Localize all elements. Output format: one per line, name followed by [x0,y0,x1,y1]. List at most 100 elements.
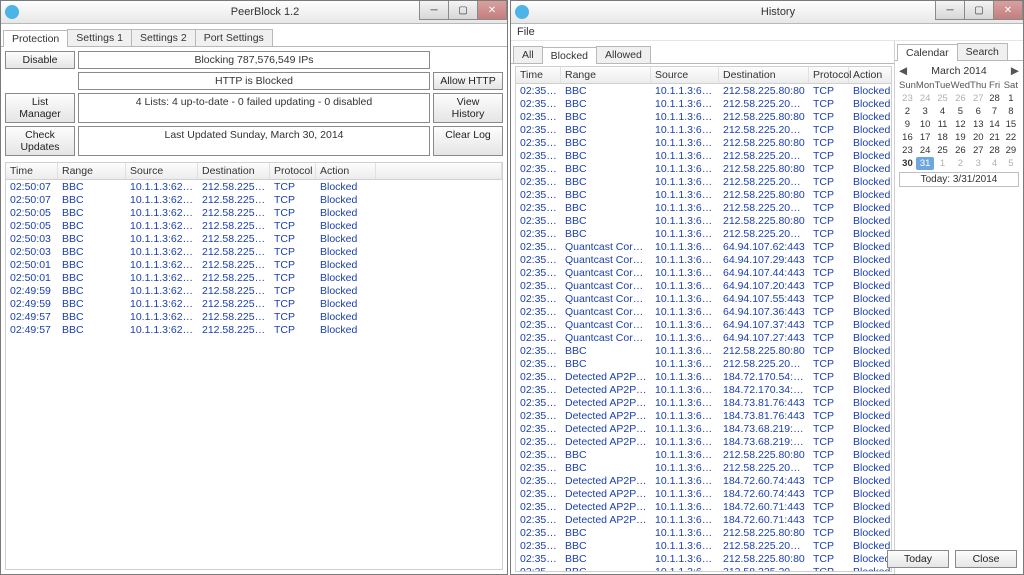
calendar-day[interactable]: 2 [951,157,970,170]
calendar-day[interactable]: 26 [951,92,970,105]
column-header[interactable]: Action [316,163,376,179]
calendar-day[interactable]: 1 [934,157,950,170]
tab-search[interactable]: Search [957,43,1008,60]
table-row[interactable]: 02:35:31Detected AP2P on A...10.1.1.3:61… [516,422,891,435]
log-table-header[interactable]: TimeRangeSourceDestinationProtocolAction [6,163,502,180]
view-history-button[interactable]: View History [433,93,503,123]
column-header[interactable]: Source [126,163,198,179]
table-row[interactable]: 02:50:07BBC10.1.1.3:62777212.58.225.80:8… [6,193,502,206]
table-row[interactable]: 02:35:33Quantcast Corporati...10.1.1.3:6… [516,253,891,266]
column-header[interactable]: Action [849,67,892,83]
tab-port-settings[interactable]: Port Settings [195,29,273,46]
column-header[interactable]: Range [58,163,126,179]
calendar-day[interactable]: 10 [916,118,934,131]
titlebar[interactable]: History ─ ▢ ✕ [511,1,1023,24]
menu-bar[interactable]: File [511,24,1023,41]
table-row[interactable]: 02:35:41BBC10.1.1.3:61880212.58.225.80:8… [516,136,891,149]
table-row[interactable]: 02:35:45BBC10.1.1.3:61884212.58.225.80:8… [516,84,891,97]
calendar-day[interactable]: 24 [916,92,934,105]
tab-settings-1[interactable]: Settings 1 [67,29,132,46]
calendar-day[interactable]: 30 [899,157,916,170]
table-row[interactable]: 02:49:57BBC10.1.1.3:62767212.58.225.80:8… [6,310,502,323]
calendar-day[interactable]: 27 [970,92,986,105]
table-row[interactable]: 02:35:30Detected AP2P on A...10.1.1.3:61… [516,500,891,513]
table-row[interactable]: 02:35:31Detected AP2P on A...10.1.1.3:61… [516,396,891,409]
maximize-button[interactable]: ▢ [448,1,478,20]
table-row[interactable]: 02:35:30Detected AP2P on A...10.1.1.3:61… [516,487,891,500]
next-month-icon[interactable]: ▶ [1011,65,1019,77]
prev-month-icon[interactable]: ◀ [899,65,907,77]
close-button[interactable]: Close [955,550,1017,568]
titlebar[interactable]: PeerBlock 1.2 ─ ▢ ✕ [1,1,507,24]
table-row[interactable]: 02:35:31Detected AP2P on A...10.1.1.3:61… [516,383,891,396]
calendar-day[interactable]: 4 [986,157,1002,170]
calendar-day[interactable]: 17 [916,131,934,144]
calendar-day[interactable]: 5 [1003,157,1019,170]
calendar-day[interactable]: 11 [934,118,950,131]
calendar-day[interactable]: 6 [970,105,986,118]
table-row[interactable]: 02:35:39BBC10.1.1.3:61877212.58.225.200:… [516,175,891,188]
calendar-day[interactable]: 22 [1003,131,1019,144]
tab-allowed[interactable]: Allowed [596,46,651,63]
table-row[interactable]: 02:50:05BBC10.1.1.3:62775212.58.225.200:… [6,219,502,232]
column-header[interactable]: Time [516,67,561,83]
calendar-day[interactable]: 31 [916,157,934,170]
minimize-button[interactable]: ─ [935,1,965,20]
table-row[interactable]: 02:35:33Quantcast Corporati...10.1.1.3:6… [516,318,891,331]
table-row[interactable]: 02:35:39BBC10.1.1.3:61878212.58.225.80:8… [516,162,891,175]
calendar-day[interactable]: 26 [951,144,970,157]
calendar-day[interactable]: 3 [970,157,986,170]
today-link[interactable]: Today: 3/31/2014 [899,172,1019,187]
table-row[interactable]: 02:50:03BBC10.1.1.3:62773212.58.225.200:… [6,245,502,258]
calendar-day[interactable]: 24 [916,144,934,157]
check-updates-button[interactable]: Check Updates [5,126,75,156]
table-row[interactable]: 02:50:01BBC10.1.1.3:62772212.58.225.80:8… [6,258,502,271]
column-header[interactable]: Destination [719,67,809,83]
calendar-day[interactable]: 25 [934,92,950,105]
tab-protection[interactable]: Protection [3,30,68,47]
log-table-body[interactable]: 02:50:07BBC10.1.1.3:62778212.58.225.80:8… [6,180,502,569]
table-row[interactable]: 02:35:35BBC10.1.1.3:61874212.58.225.80:8… [516,214,891,227]
column-header[interactable] [376,163,502,179]
history-table-body[interactable]: 02:35:45BBC10.1.1.3:61884212.58.225.80:8… [516,84,891,571]
table-row[interactable]: 02:35:37BBC10.1.1.3:61876212.58.225.80:8… [516,188,891,201]
table-row[interactable]: 02:35:29BBC10.1.1.3:61815212.58.225.200:… [516,539,891,552]
table-row[interactable]: 02:35:31Detected AP2P on A...10.1.1.3:61… [516,435,891,448]
calendar-day[interactable]: 28 [986,144,1002,157]
table-row[interactable]: 02:35:33BBC10.1.1.3:61858212.58.225.200:… [516,357,891,370]
column-header[interactable]: Time [6,163,58,179]
table-row[interactable]: 02:35:31Detected AP2P on A...10.1.1.3:61… [516,409,891,422]
minimize-button[interactable]: ─ [419,1,449,20]
table-row[interactable]: 02:35:43BBC10.1.1.3:61882212.58.225.80:8… [516,110,891,123]
table-row[interactable]: 02:35:33BBC10.1.1.3:61859212.58.225.80:8… [516,344,891,357]
close-button[interactable]: ✕ [993,1,1023,20]
calendar-day[interactable]: 21 [986,131,1002,144]
calendar-day[interactable]: 20 [970,131,986,144]
calendar-day[interactable]: 5 [951,105,970,118]
table-row[interactable]: 02:50:01BBC10.1.1.3:62771212.58.225.200:… [6,271,502,284]
calendar-day[interactable]: 29 [1003,144,1019,157]
table-row[interactable]: 02:35:35BBC10.1.1.3:61873212.58.225.200:… [516,227,891,240]
calendar-day[interactable]: 15 [1003,118,1019,131]
column-header[interactable]: Range [561,67,651,83]
table-row[interactable]: 02:35:27BBC10.1.1.3:61810212.58.225.200:… [516,565,891,571]
table-row[interactable]: 02:35:30Detected AP2P on A...10.1.1.3:61… [516,474,891,487]
table-row[interactable]: 02:35:37BBC10.1.1.3:61875212.58.225.200:… [516,201,891,214]
table-row[interactable]: 02:35:29BBC10.1.1.3:61816212.58.225.80:8… [516,526,891,539]
calendar-day[interactable]: 14 [986,118,1002,131]
table-row[interactable]: 02:35:33Quantcast Corporati...10.1.1.3:6… [516,240,891,253]
tab-settings-2[interactable]: Settings 2 [131,29,196,46]
table-row[interactable]: 02:35:33Quantcast Corporati...10.1.1.3:6… [516,266,891,279]
table-row[interactable]: 02:35:33Quantcast Corporati...10.1.1.3:6… [516,292,891,305]
calendar-day[interactable]: 19 [951,131,970,144]
table-row[interactable]: 02:35:41BBC10.1.1.3:61879212.58.225.200:… [516,149,891,162]
tab-blocked[interactable]: Blocked [542,47,597,64]
calendar-day[interactable]: 18 [934,131,950,144]
table-row[interactable]: 02:50:07BBC10.1.1.3:62778212.58.225.80:8… [6,180,502,193]
calendar-day[interactable]: 16 [899,131,916,144]
calendar-day[interactable]: 23 [899,92,916,105]
calendar-day[interactable]: 23 [899,144,916,157]
table-row[interactable]: 02:35:43BBC10.1.1.3:61881212.58.225.200:… [516,123,891,136]
table-row[interactable]: 02:49:59BBC10.1.1.3:62769212.58.225.80:8… [6,284,502,297]
list-manager-button[interactable]: List Manager [5,93,75,123]
